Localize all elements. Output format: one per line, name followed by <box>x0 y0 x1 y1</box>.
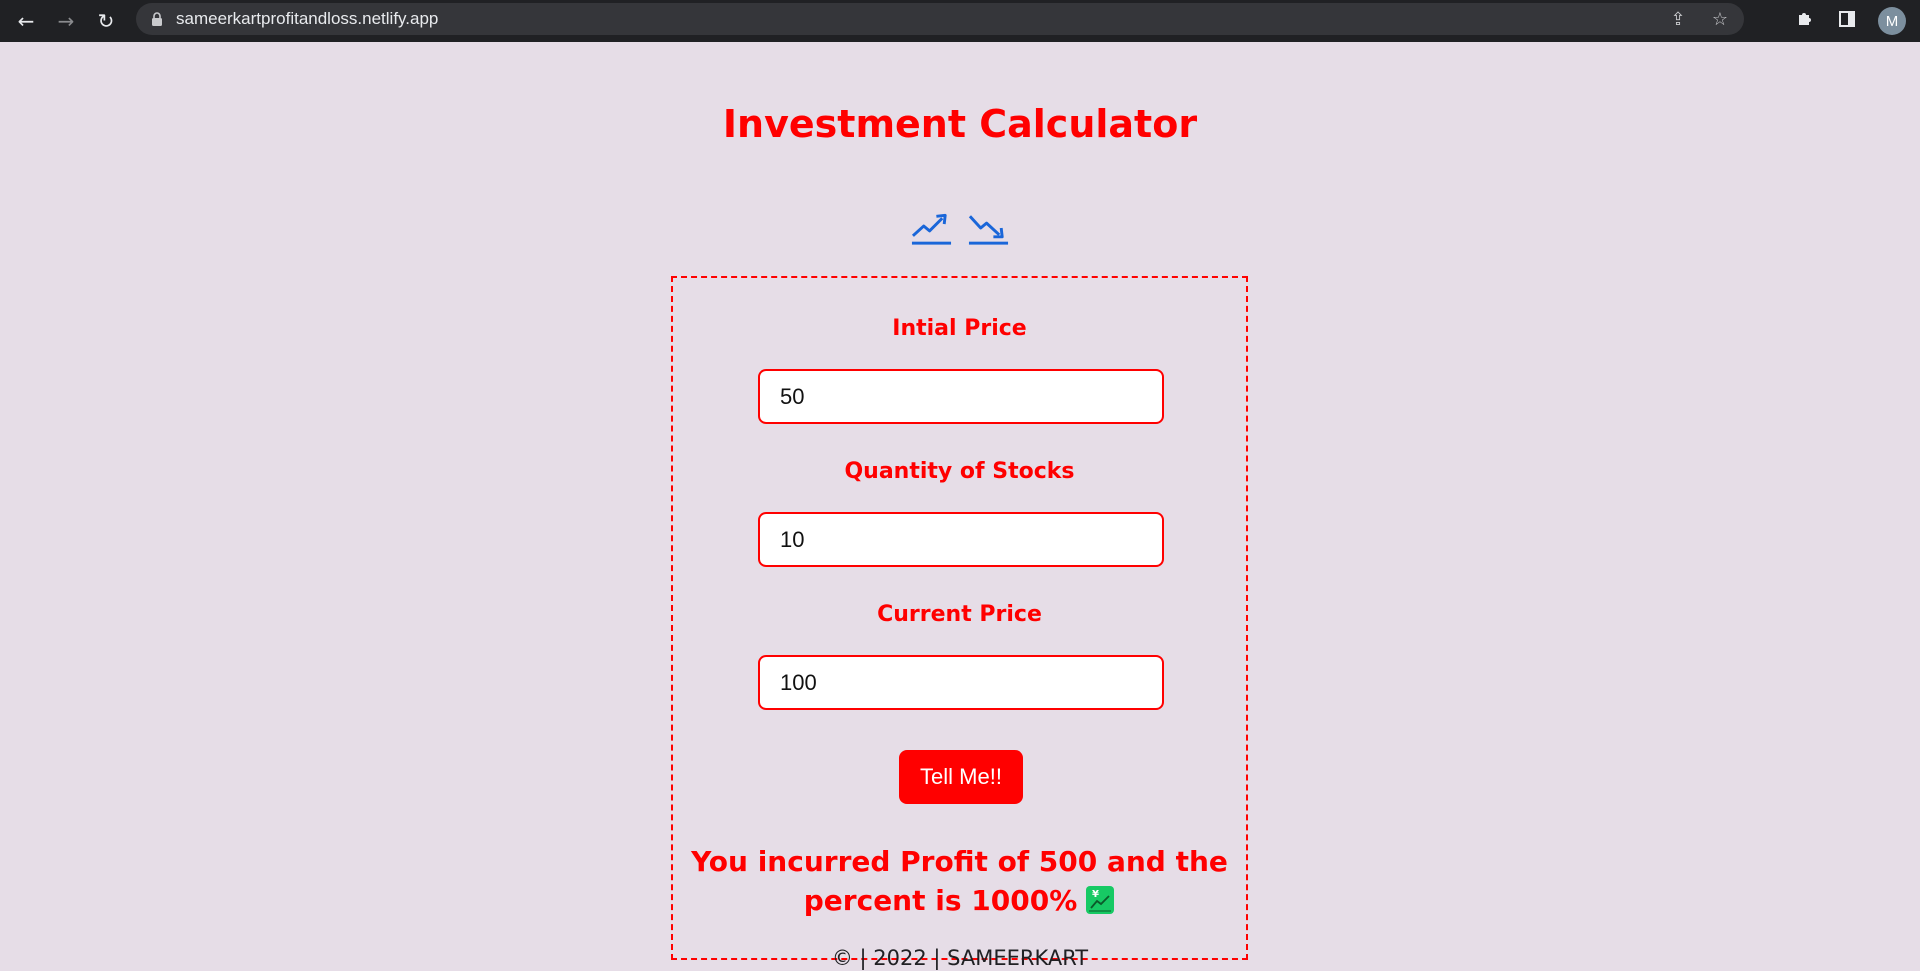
chart-decreasing-icon <box>968 215 1009 245</box>
extensions-puzzle-icon[interactable] <box>1794 10 1816 33</box>
bookmark-star-icon[interactable]: ☆ <box>1710 9 1730 30</box>
initial-price-input[interactable] <box>758 369 1164 424</box>
reload-icon[interactable]: ↻ <box>86 3 126 39</box>
profile-avatar[interactable]: M <box>1878 7 1906 35</box>
browser-toolbar: ← → ↻ sameerkartprofitandloss.netlify.ap… <box>0 0 1920 42</box>
calculator-card: Intial Price Quantity of Stocks Current … <box>671 276 1248 960</box>
result-message: You incurred Profit of 500 and the perce… <box>673 842 1246 920</box>
current-price-label: Current Price <box>877 602 1042 627</box>
forward-arrow-icon[interactable]: → <box>46 3 86 39</box>
back-arrow-icon[interactable]: ← <box>6 3 46 39</box>
svg-text:¥: ¥ <box>1092 889 1099 900</box>
result-line-1: You incurred Profit of 500 and the <box>691 845 1228 878</box>
initial-price-label: Intial Price <box>892 316 1027 341</box>
quantity-input[interactable] <box>758 512 1164 567</box>
page-content: Investment Calculator Intial Price Quant… <box>0 42 1920 971</box>
footer-copyright: © | 2022 | SAMEERKART <box>831 946 1089 970</box>
address-bar[interactable]: sameerkartprofitandloss.netlify.app ⇪ ☆ <box>136 3 1744 35</box>
tell-me-button[interactable]: Tell Me!! <box>899 750 1023 804</box>
trend-icons <box>910 208 1010 252</box>
chart-increasing-icon <box>911 213 952 245</box>
url-text: sameerkartprofitandloss.netlify.app <box>176 9 439 28</box>
current-price-input[interactable] <box>758 655 1164 710</box>
chart-with-yen-icon: ¥ <box>1086 886 1115 914</box>
page-title: Investment Calculator <box>722 102 1198 146</box>
quantity-label: Quantity of Stocks <box>844 459 1075 484</box>
side-panel-icon[interactable] <box>1836 10 1858 33</box>
result-line-2: percent is 1000% <box>803 884 1078 917</box>
result-line-2-wrap: percent is 1000% ¥ <box>673 881 1246 920</box>
share-icon[interactable]: ⇪ <box>1668 9 1688 30</box>
lock-icon <box>150 12 164 26</box>
